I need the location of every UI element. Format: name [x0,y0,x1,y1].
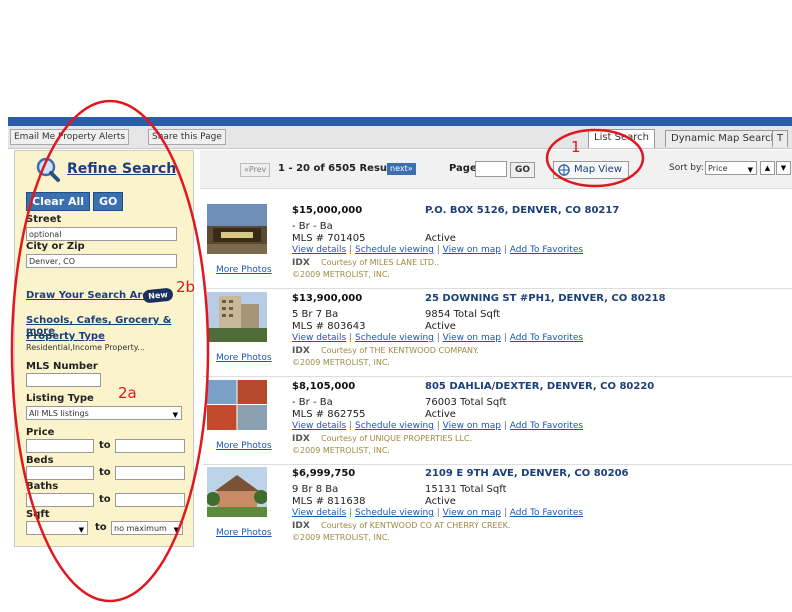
annotation-label-1: 1 [571,138,581,156]
app-window: Email Me Property Alerts Share this Page… [0,0,792,612]
annotation-ellipse-map-view [545,128,645,188]
annotation-label-2a: 2a [118,384,137,402]
annotation-label-2b: 2b [176,278,196,296]
annotation-overlay [10,99,645,603]
annotation-ellipse-sidebar [10,99,210,603]
